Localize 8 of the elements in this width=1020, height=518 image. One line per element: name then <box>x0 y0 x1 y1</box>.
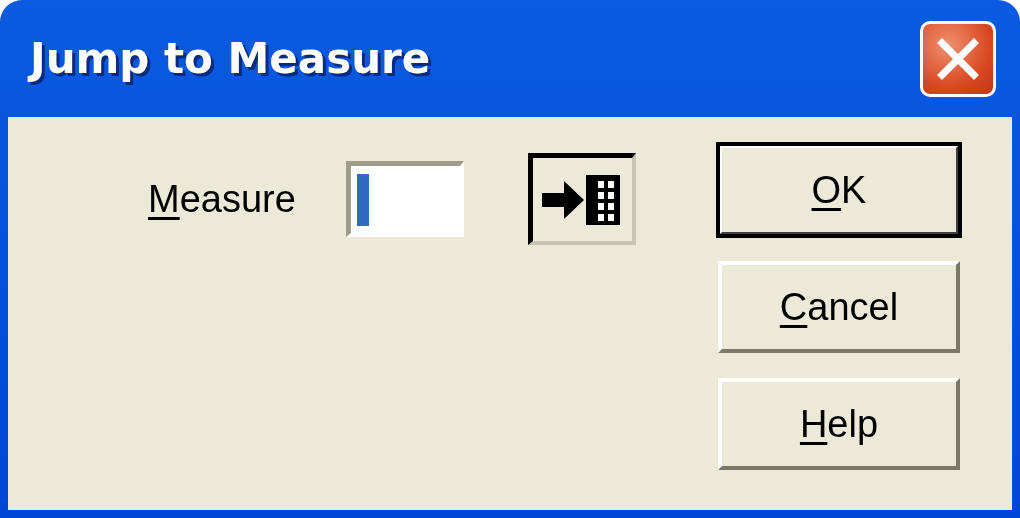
dialog-button[interactable]: Cancel <box>718 261 960 353</box>
dialog-button[interactable]: Help <box>718 378 960 470</box>
jump-button[interactable] <box>527 153 636 245</box>
dialog-button[interactable]: OK <box>718 144 960 236</box>
close-button[interactable] <box>920 20 996 97</box>
close-icon <box>936 36 980 81</box>
measure-field[interactable] <box>345 161 464 237</box>
field-label: Measure <box>148 177 296 221</box>
